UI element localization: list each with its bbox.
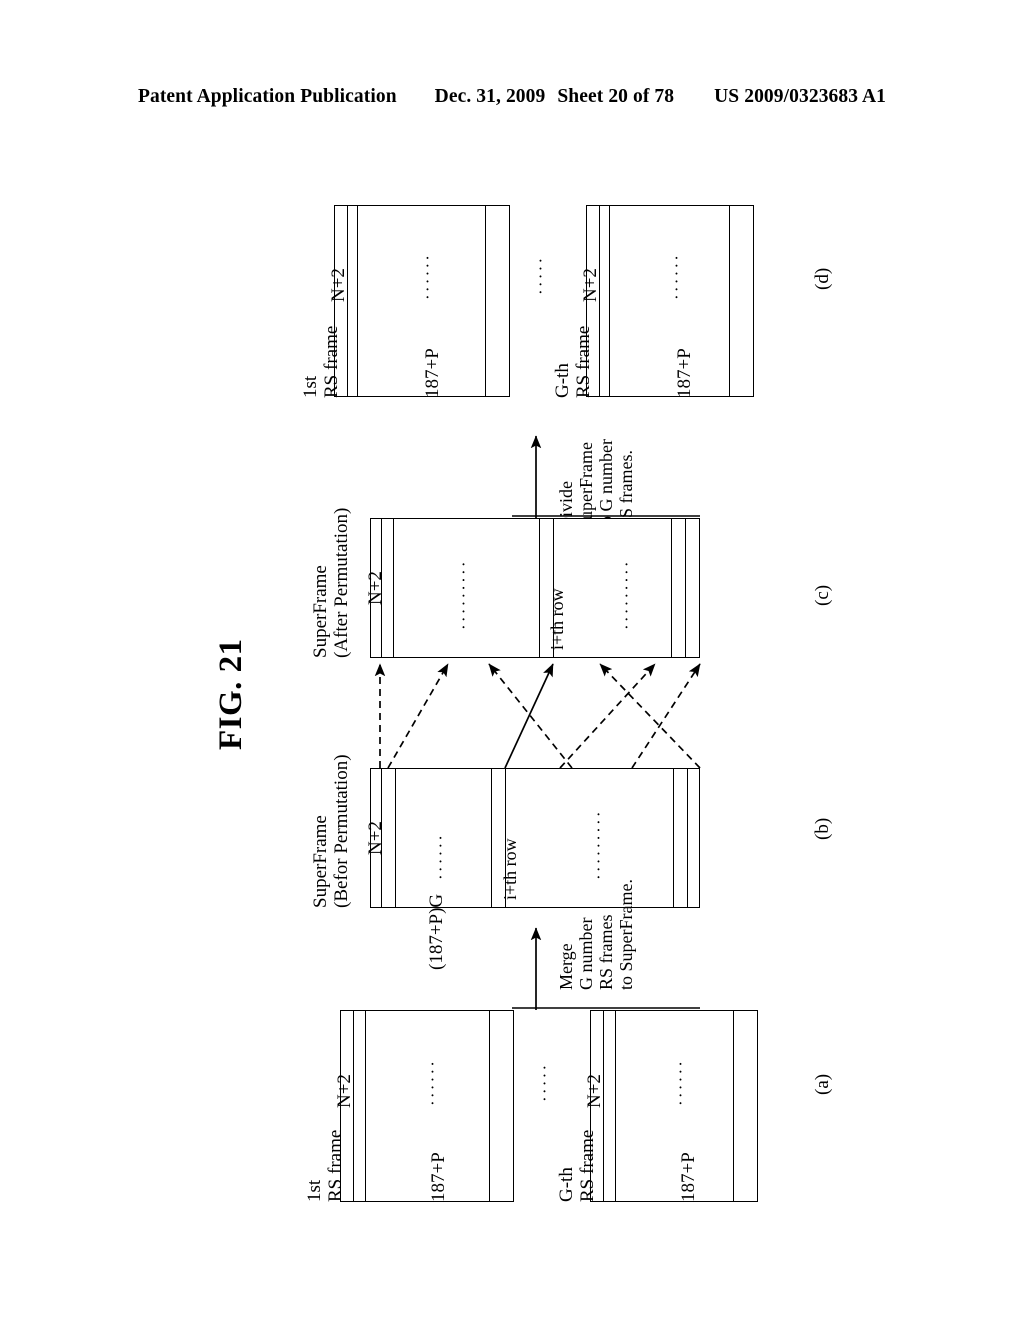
- panel-b-title-line1: SuperFrame: [310, 815, 331, 908]
- panel-b-divider-left-2: [395, 769, 396, 907]
- header-patent-number: US 2009/0323683 A1: [714, 86, 887, 107]
- process-merge-line1: Merge: [556, 943, 576, 990]
- panel-a-frame-1-height-label: N+2: [334, 1074, 355, 1108]
- panel-d-frame-1-divider-3: [485, 206, 486, 396]
- panel-a-caption: (a): [812, 1073, 833, 1095]
- panel-a-frame-2-divider-2: [615, 1011, 616, 1201]
- process-merge-line3: RS frames: [596, 914, 617, 991]
- panel-c-ith-row-label: i+th row: [547, 588, 567, 650]
- panel-b-dots-left: ······: [431, 832, 450, 880]
- panel-a-frame-2-box: [590, 1010, 758, 1202]
- panel-d-frame-1-width-label: 187+P: [422, 348, 443, 398]
- panel-d-caption: (d): [812, 267, 833, 290]
- panel-c-ith-row-left: [539, 519, 540, 657]
- figure-title: FIG. 21: [213, 638, 249, 750]
- panel-c-title-label: SuperFrame (After Permutation): [310, 508, 353, 658]
- header-sheet-text: Sheet 20 of 78: [557, 86, 675, 107]
- panel-a-frame-2-name-label: G-th RS frame: [556, 1130, 599, 1202]
- panel-c-dots-left: ·········: [454, 559, 473, 630]
- panel-b-ith-row-left: [491, 769, 492, 907]
- panel-d-frame-1-divider-2: [357, 206, 358, 396]
- process-merge-text: Merge G number RS frames to SuperFrame.: [556, 879, 637, 990]
- process-merge-line4: to SuperFrame.: [616, 879, 637, 990]
- panel-b-dots-right: ·········: [589, 809, 608, 880]
- panel-c-height-label: N+2: [365, 571, 386, 605]
- permutation-arrow-2: [387, 663, 449, 769]
- panel-b-superframe-box: [370, 768, 700, 908]
- panel-d-frame-1-name-label: 1st RS frame: [300, 326, 343, 398]
- panel-d-frame-2-height-label: N+2: [580, 268, 601, 302]
- panel-c-title-line2: (After Permutation): [331, 507, 353, 658]
- panel-d-frame-1-dots: ······: [418, 252, 437, 300]
- panel-a-frame-1-divider-3: [489, 1011, 490, 1201]
- panel-a-frame-2-dots: ······: [671, 1058, 690, 1106]
- page-header: Patent Application Publication Dec. 31, …: [0, 86, 1024, 120]
- panel-a-frame-2-height-label: N+2: [584, 1074, 605, 1108]
- panel-a-frame-1-width-label: 187+P: [428, 1152, 449, 1202]
- panel-a-frame-1-box: [340, 1010, 514, 1202]
- panel-b-ith-row-label: i+th row: [500, 838, 520, 900]
- panel-c-caption: (c): [812, 584, 833, 606]
- panel-b-title-label: SuperFrame (Befor Permutation): [310, 754, 353, 908]
- permutation-arrow-7: [631, 663, 701, 769]
- panel-b-title-line2: (Befor Permutation): [331, 754, 353, 908]
- panel-a-frame-1-name-label: 1st RS frame: [304, 1130, 347, 1202]
- panel-c-divider-left-2: [393, 519, 394, 657]
- panel-b-height-label: N+2: [365, 821, 386, 855]
- panel-a-frame-2-name-line1: G-th: [556, 1167, 577, 1202]
- panel-d-frame-1-name-line2: RS frame: [321, 325, 343, 398]
- panel-d-frame-2-name-label: G-th RS frame: [552, 326, 595, 398]
- panel-a-frame-2-width-label: 187+P: [678, 1152, 699, 1202]
- panel-a-frame-1-divider-2: [365, 1011, 366, 1201]
- panel-d-frame-2-name-line1: G-th: [552, 363, 573, 398]
- permutation-arrow-4-ith-row: [504, 663, 554, 769]
- process-merge-line2: G number: [576, 917, 597, 990]
- panel-b-caption: (b): [812, 817, 833, 840]
- header-publication-text: Patent Application Publication: [137, 86, 397, 107]
- panel-b-divider-right-2: [687, 769, 688, 907]
- panel-d-frame-2-dots: ······: [667, 252, 686, 300]
- panel-d-between-dots: ·····: [531, 255, 550, 295]
- figure-21-drawing: FIG. 21 ······ N+2 1st RS frame 187+P ··…: [0, 140, 1024, 1290]
- process-divide-line3: to G number: [596, 439, 617, 530]
- process-divide-line2: SuperFrame: [576, 442, 597, 530]
- panel-d-frame-1-height-label: N+2: [328, 268, 349, 302]
- panel-a-frame-1-dots: ······: [423, 1058, 442, 1106]
- panel-c-dots-right: ·········: [617, 559, 636, 630]
- panel-a-frame-2-name-line2: RS frame: [577, 1129, 599, 1202]
- panel-c-divider-right-1: [671, 519, 672, 657]
- panel-d-frame-1-name-line1: 1st: [300, 375, 321, 398]
- panel-c-superframe-box: [370, 518, 700, 658]
- process-divide-text: Divide SuperFrame to G number RS frames.: [556, 439, 637, 530]
- panel-d-frame-2-box: [586, 205, 754, 397]
- panel-a-frame-2-divider-3: [733, 1011, 734, 1201]
- panel-c-divider-right-2: [685, 519, 686, 657]
- panel-c-title-line1: SuperFrame: [310, 565, 331, 658]
- panel-b-divider-right-1: [673, 769, 674, 907]
- panel-d-frame-2-name-line2: RS frame: [573, 325, 595, 398]
- panel-d-frame-2-divider-2: [609, 206, 610, 396]
- permutation-arrow-6: [559, 663, 656, 769]
- permutation-arrow-5: [599, 663, 701, 769]
- panel-a-frame-1-name-line1: 1st: [304, 1179, 325, 1202]
- panel-a-frame-1-name-line2: RS frame: [325, 1129, 347, 1202]
- panel-a-between-dots: ·····: [535, 1062, 554, 1102]
- panel-d-frame-2-width-label: 187+P: [674, 348, 695, 398]
- permutation-arrow-3: [488, 663, 573, 769]
- panel-d-frame-2-divider-3: [729, 206, 730, 396]
- header-date-text: Dec. 31, 2009: [434, 86, 546, 107]
- panel-b-width-label: (187+P)G: [426, 893, 447, 970]
